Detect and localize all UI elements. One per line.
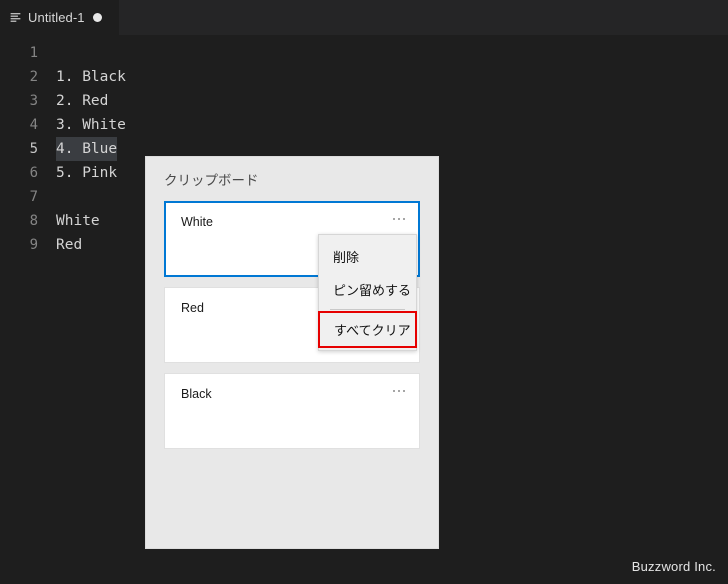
menu-item-pin[interactable]: ピン留めする: [319, 273, 416, 306]
line-number: 5: [29, 141, 38, 157]
tab-label: Untitled-1: [28, 10, 85, 25]
clipboard-panel-title: クリップボード: [164, 173, 259, 188]
lines-document-icon: [10, 13, 21, 22]
menu-item-delete[interactable]: 削除: [319, 240, 416, 273]
code-line: 3 2. Red: [0, 89, 728, 113]
watermark-text: Buzzword Inc.: [631, 559, 716, 574]
line-text: 2. Red: [56, 93, 109, 109]
line-text: 3. White: [56, 117, 126, 133]
line-number: 9: [29, 237, 38, 253]
clipboard-item-black[interactable]: Black: [164, 373, 420, 449]
clipboard-item-text: White: [181, 215, 213, 229]
unsaved-dot-icon[interactable]: [92, 13, 102, 22]
line-text: 1. Black: [56, 69, 126, 85]
line-text: 5. Pink: [56, 165, 118, 181]
clipboard-item-context-menu: 削除 ピン留めする すべてクリア: [318, 234, 417, 351]
clipboard-item-text: Red: [181, 301, 204, 315]
clipboard-history-panel: クリップボード White Red Black: [146, 157, 438, 548]
menu-item-clear-all[interactable]: すべてクリア: [318, 311, 417, 348]
ellipsis-icon[interactable]: [392, 387, 406, 395]
line-number: 7: [29, 189, 38, 205]
line-text: Red: [56, 237, 83, 253]
clipboard-item-text: Black: [181, 387, 212, 401]
line-number: 1: [29, 45, 38, 61]
tab-untitled-1[interactable]: Untitled-1: [0, 0, 120, 35]
code-editor-window: Untitled-1 1 2 1. Black 3 2. Red 4 3. Wh…: [0, 0, 728, 584]
menu-item-label: すべてクリア: [334, 323, 411, 338]
ellipsis-icon[interactable]: [392, 215, 406, 223]
menu-separator: [330, 309, 405, 310]
code-line: 1: [0, 41, 728, 65]
line-number: 8: [29, 213, 38, 229]
line-text-selected: 4. Blue: [56, 137, 118, 161]
code-line: 4 3. White: [0, 113, 728, 137]
code-line: 2 1. Black: [0, 65, 728, 89]
line-text: White: [56, 213, 100, 229]
tab-bar: Untitled-1: [0, 0, 728, 35]
menu-item-label: 削除: [333, 250, 360, 265]
line-number: 6: [29, 165, 38, 181]
line-number: 3: [29, 93, 38, 109]
line-number: 4: [29, 117, 38, 133]
menu-item-label: ピン留めする: [333, 283, 412, 298]
line-number: 2: [29, 69, 38, 85]
